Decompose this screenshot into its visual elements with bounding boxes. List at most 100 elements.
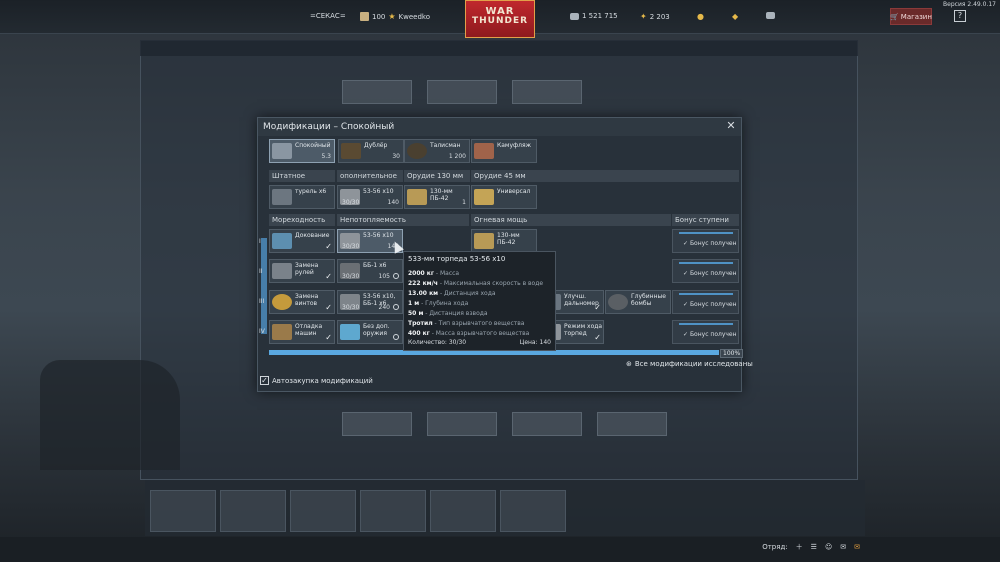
section-firepower: Огневая мощь [471, 214, 671, 226]
researched-check-icon: ✓ [325, 272, 332, 281]
select-radio[interactable] [393, 334, 399, 340]
tier-label-3: III [259, 298, 265, 305]
backup-icon [341, 143, 361, 159]
researched-check-icon: ✓ [594, 333, 601, 342]
silver-lions-icon [570, 12, 579, 20]
mod-card[interactable]: Замена винтов ✓ [269, 290, 335, 314]
mod-card[interactable]: ББ-1 x6 30/30 105 [337, 259, 403, 283]
dock-icon [272, 233, 292, 249]
rudder-icon [272, 263, 292, 279]
select-radio[interactable] [393, 304, 399, 310]
backup-name: Дублёр [364, 142, 388, 149]
mod-card[interactable]: Без доп. оружия [337, 320, 403, 344]
researched-check-icon: ✓ [594, 303, 601, 312]
silver-lions-value: 1 521 715 [582, 12, 618, 20]
hangar-slot [150, 490, 216, 532]
game-logo[interactable]: WAR THUNDER [465, 0, 535, 38]
section-seaworthiness: Мореходность [269, 214, 335, 226]
add-squad-icon[interactable]: ＋ [796, 542, 803, 552]
top-bar: Версия 2.49.0.17 =СЕКАС= 100 ★ Kweedko W… [0, 0, 1000, 38]
hangar-slot [290, 490, 356, 532]
tooltip-price: Цена: 140 [519, 339, 551, 346]
talisman-icon [407, 143, 427, 159]
close-icon[interactable]: ✕ [725, 120, 737, 132]
shop-button[interactable]: 🛒 Магазин [890, 8, 932, 25]
section-standard-weapons: Штатное оружие [269, 170, 335, 192]
propeller-icon [272, 294, 292, 310]
shop-label: Магазин [900, 12, 932, 21]
research-done-icon: ⊛ [626, 360, 632, 368]
researched-check-icon: ✓ [325, 303, 332, 312]
tooltip-quantity: Количество: 30/30 [408, 339, 467, 346]
mod-card[interactable]: Замена рулей ✓ [269, 259, 335, 283]
squad-label: Отряд: [762, 543, 788, 551]
coupon-icon[interactable] [766, 12, 775, 19]
depth-bombs-icon [608, 294, 628, 310]
blurred-vehicle-card [427, 412, 497, 436]
version-label: Версия 2.49.0.17 [943, 1, 996, 8]
tech-tree-header [140, 40, 858, 56]
mod-card[interactable]: 130-мм ПБ-42 [471, 229, 537, 253]
talisman-card[interactable]: Талисман 1 200 [404, 139, 470, 163]
camouflage-name: Камуфляж [497, 142, 531, 149]
backup-card[interactable]: Дублёр 30 [338, 139, 404, 163]
player-level: 100 [372, 12, 386, 21]
research-percent: 100% [720, 349, 744, 358]
mod-card[interactable]: 53-56 x10, ББ-1 x6 30/30 240 [337, 290, 403, 314]
tier-bonus-2: ✓ Бонус получен [672, 259, 739, 283]
researched-check-icon: ✓ [325, 242, 332, 251]
section-survivability: Непотопляемость [337, 214, 469, 226]
camouflage-icon [474, 143, 494, 159]
logo-line2: THUNDER [471, 16, 529, 26]
premium-lamp-icon[interactable]: ● [697, 12, 704, 21]
mail-icon[interactable]: ✉ [854, 543, 860, 551]
blurred-vehicle-card [427, 80, 497, 104]
autobuy-toggle[interactable]: ✓ Автозакупка модификаций [260, 376, 373, 385]
mod-card[interactable]: Докование ✓ [269, 229, 335, 253]
premium-account-icon[interactable]: ◆ [732, 12, 738, 21]
blurred-vehicle-card [342, 412, 412, 436]
window-title: Модификации – Спокойный [263, 122, 395, 132]
squadron-tag[interactable]: =СЕКАС= [310, 12, 346, 20]
chat-icon[interactable]: ✉ [840, 543, 846, 551]
blurred-vehicle-card [512, 412, 582, 436]
silver-lions[interactable]: 1 521 715 [570, 12, 618, 20]
talisman-price: 1 200 [448, 153, 466, 160]
mod-card[interactable]: Отладка машин ✓ [269, 320, 335, 344]
engine-tuning-icon [272, 324, 292, 340]
vehicle-card[interactable]: Спокойный 5.3 [269, 139, 335, 163]
autobuy-checkbox[interactable]: ✓ [260, 376, 269, 385]
tooltip-row: 400 кг - Масса взрывчатого вещества [408, 330, 530, 337]
section-tier-bonus: Бонус ступени [672, 214, 739, 226]
camouflage-card[interactable]: Камуфляж [471, 139, 537, 163]
researched-check-icon: ✓ [325, 333, 332, 342]
squad-controls: Отряд: ＋ ☰ ☺ ✉ ✉ [762, 542, 860, 552]
select-radio[interactable] [393, 273, 399, 279]
help-button[interactable]: ? [954, 10, 966, 22]
shell-icon [474, 233, 494, 249]
autobuy-label: Автозакупка модификаций [272, 376, 373, 385]
weapon-card-universal[interactable]: Универсал [471, 185, 537, 209]
golden-eagles[interactable]: ✦ 2 203 [640, 12, 670, 21]
contacts-icon[interactable]: ☺ [825, 543, 832, 551]
tier-progress-bar [261, 238, 267, 334]
backup-price: 30 [392, 153, 400, 160]
tooltip-row: 1 м - Глубина хода [408, 300, 469, 307]
tier-label-4: IV [259, 328, 265, 335]
all-researched-status: ⊛ Все модификации исследованы [626, 360, 753, 368]
mod-card[interactable]: Глубинные бомбы [605, 290, 671, 314]
weapon-card-torpedo[interactable]: 53-56 x10 30/30 140 [337, 185, 403, 209]
player-nickname: Kweedko [398, 12, 431, 21]
friends-icon[interactable]: ☰ [811, 543, 817, 551]
hangar-slot [360, 490, 426, 532]
bottom-bar: Отряд: ＋ ☰ ☺ ✉ ✉ [0, 537, 1000, 562]
tooltip-row: Тротил - Тип взрывчатого вещества [408, 320, 525, 327]
player-profile[interactable]: 100 ★ Kweedko [360, 12, 430, 21]
tooltip-row: 222 км/ч - Максимальная скорость в воде [408, 280, 544, 287]
tooltip-title: 533-мм торпеда 53-56 x10 [408, 255, 506, 263]
golden-eagle-icon: ✦ [640, 12, 647, 21]
weapon-card-shell-130[interactable]: 130-мм ПБ-42 1 [404, 185, 470, 209]
weapon-card-turret[interactable]: турель x6 [269, 185, 335, 209]
hangar-slot [500, 490, 566, 532]
tooltip-row: 2000 кг - Масса [408, 270, 460, 277]
